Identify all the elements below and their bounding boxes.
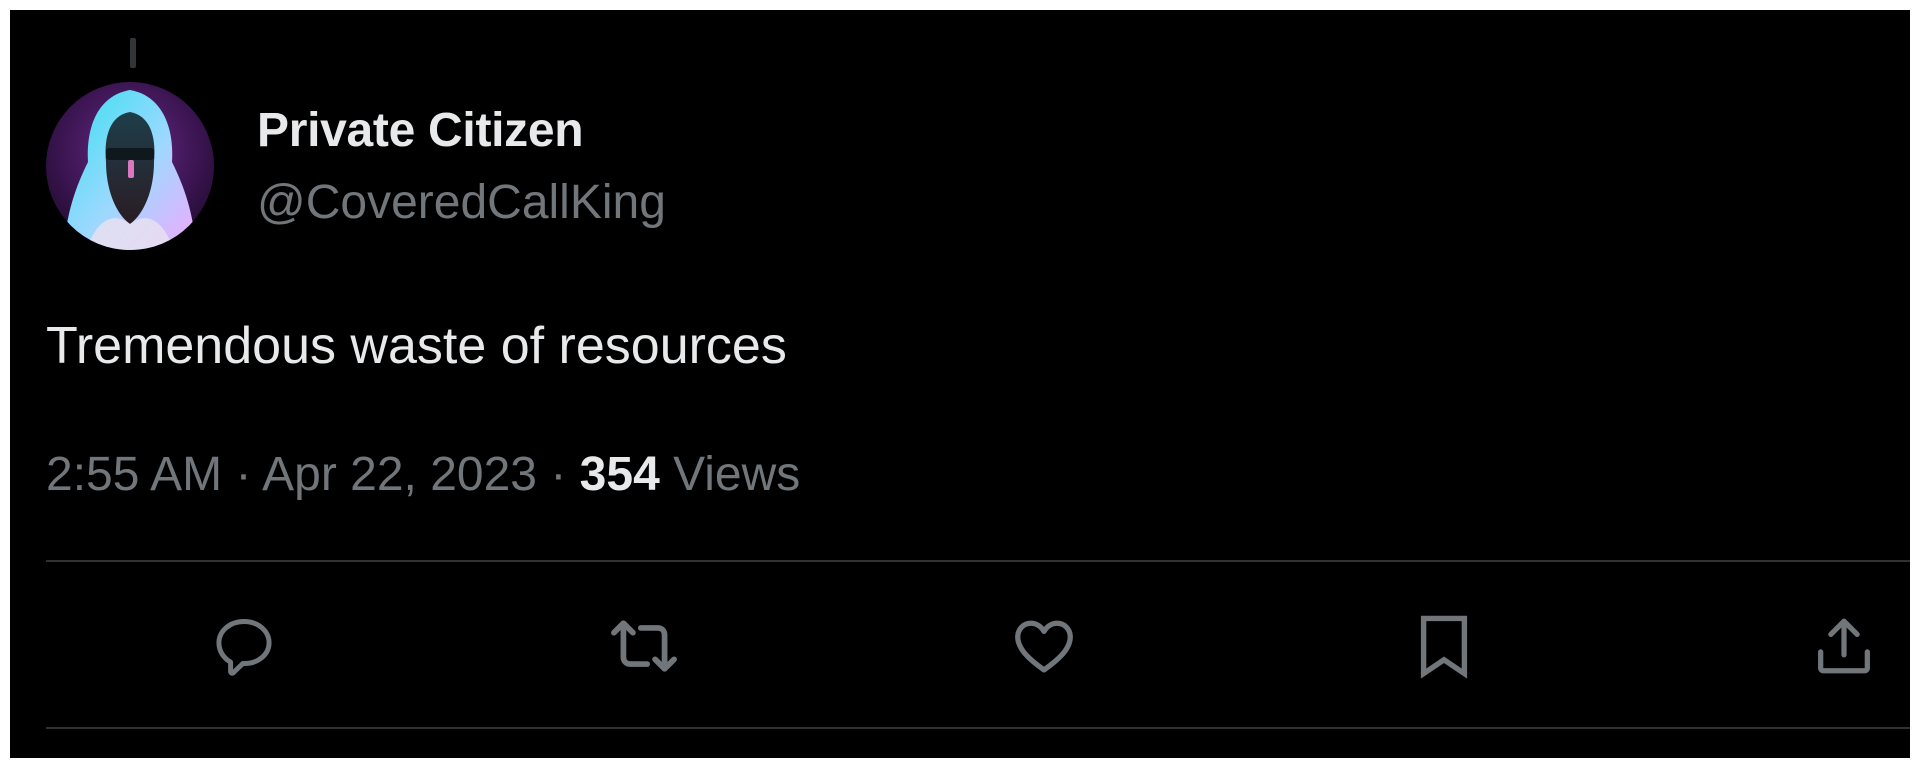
divider [46, 560, 1910, 562]
retweet-icon [611, 620, 677, 672]
share-button[interactable] [1806, 608, 1882, 684]
hooded-figure-avatar-icon [46, 82, 214, 250]
author-handle[interactable]: @CoveredCallKing [257, 174, 666, 232]
tweet-time[interactable]: 2:55 AM [46, 448, 222, 501]
author-display-name[interactable]: Private Citizen [257, 102, 584, 160]
like-button[interactable] [1006, 608, 1082, 684]
tweet-card: Private Citizen @CoveredCallKing Tremend… [10, 10, 1910, 758]
retweet-button[interactable] [606, 608, 682, 684]
tweet-metadata: 2:55 AM · Apr 22, 2023 · 354 Views [46, 446, 800, 504]
views-count: 354 [579, 448, 660, 501]
heart-icon [1015, 620, 1073, 673]
reply-icon [216, 619, 272, 676]
divider [46, 727, 1910, 729]
thread-connector-line [130, 38, 136, 68]
bookmark-icon [1420, 615, 1468, 679]
share-icon [1818, 618, 1870, 674]
bookmark-button[interactable] [1406, 608, 1482, 684]
tweet-text: Tremendous waste of resources [46, 317, 787, 375]
reply-button[interactable] [206, 608, 282, 684]
meta-separator: · [235, 448, 252, 501]
tweet-date[interactable]: Apr 22, 2023 [262, 448, 537, 501]
views-label: Views [673, 448, 801, 501]
meta-separator: · [550, 448, 567, 501]
avatar[interactable] [46, 82, 214, 250]
